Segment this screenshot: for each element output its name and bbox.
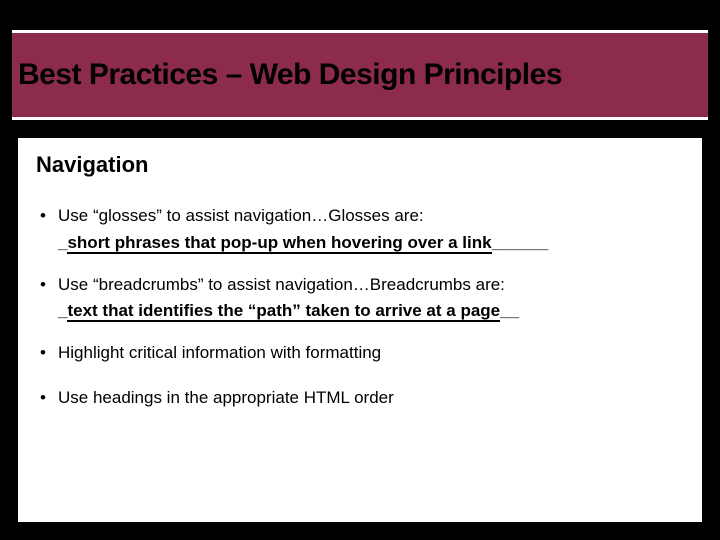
list-item: Use “glosses” to assist navigation…Gloss… [36,204,684,229]
blank-answer: short phrases that pop-up when hovering … [67,233,491,254]
fill-in-blank: _short phrases that pop-up when hovering… [58,233,684,253]
blank-answer: text that identifies the “path” taken to… [67,301,500,322]
list-item: Highlight critical information with form… [36,341,684,366]
title-bar: Best Practices – Web Design Principles [12,30,708,120]
bullet-text: Use “glosses” to assist navigation…Gloss… [58,206,424,225]
slide-subtitle: Navigation [36,152,684,178]
blank-tail: ______ [492,233,549,252]
blank-tail: __ [500,301,519,320]
list-item: Use headings in the appropriate HTML ord… [36,386,684,411]
list-item: Use “breadcrumbs” to assist navigation…B… [36,273,684,298]
bullet-text: Use headings in the appropriate HTML ord… [58,388,394,407]
bullet-text: Highlight critical information with form… [58,343,381,362]
fill-in-blank: _text that identifies the “path” taken t… [58,301,684,321]
slide-body: Navigation Use “glosses” to assist navig… [18,138,702,522]
bullet-text: Use “breadcrumbs” to assist navigation…B… [58,275,505,294]
bullet-list: Use “glosses” to assist navigation…Gloss… [36,204,684,411]
slide: Best Practices – Web Design Principles N… [0,0,720,540]
slide-title: Best Practices – Web Design Principles [18,58,562,92]
